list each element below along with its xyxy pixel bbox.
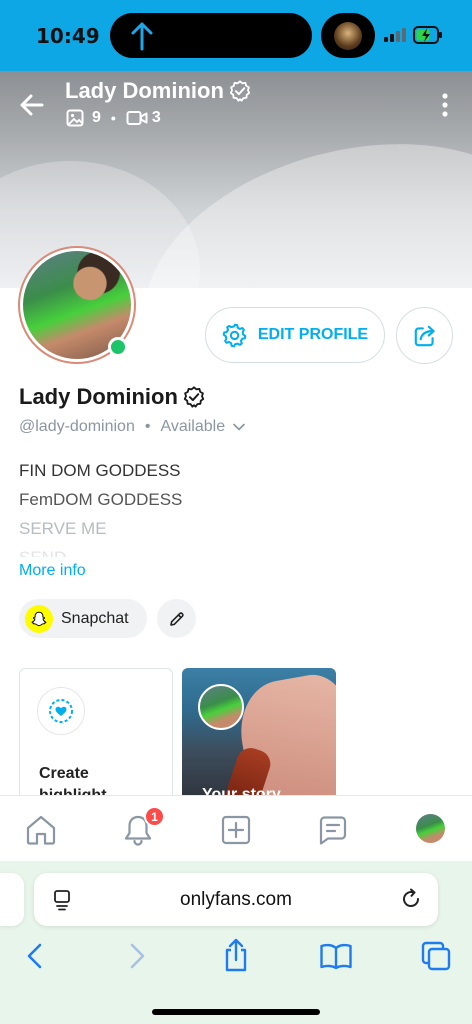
tabs-icon[interactable]	[420, 940, 452, 972]
nav-new-post[interactable]	[218, 812, 254, 848]
home-icon	[26, 815, 56, 845]
chevron-down-icon[interactable]	[233, 423, 245, 431]
edit-profile-label: EDIT PROFILE	[257, 326, 369, 343]
safari-back-icon[interactable]	[24, 941, 46, 971]
heart-icon	[49, 699, 73, 723]
live-activity-thumbnail	[334, 22, 362, 50]
notifications-badge: 1	[144, 806, 165, 827]
snapchat-icon	[25, 604, 53, 633]
profile-handle: @lady-dominion	[19, 418, 135, 435]
bookmarks-icon[interactable]	[319, 942, 353, 970]
snapchat-label: Snapchat	[61, 609, 129, 627]
photos-count: 9	[92, 109, 101, 126]
video-icon	[126, 111, 148, 125]
your-story-card[interactable]: Your story	[182, 668, 336, 808]
nav-messages[interactable]	[315, 812, 351, 848]
profile-name-text: Lady Dominion	[19, 384, 178, 409]
dynamic-island	[110, 13, 312, 58]
status-bar: 10:49	[0, 0, 472, 71]
share-icon	[414, 325, 435, 346]
plus-square-icon	[221, 815, 251, 845]
bio-line: FIN DOM GODDESS	[19, 461, 181, 480]
browser-toolbar: onlyfans.com	[0, 861, 472, 1024]
app-bottom-nav: 1	[0, 795, 472, 861]
more-vertical-icon[interactable]	[440, 92, 450, 118]
profile-subline: @lady-dominion • Available	[19, 418, 245, 436]
verified-icon	[183, 386, 205, 408]
highlight-icon-wrap	[37, 687, 85, 735]
online-indicator	[108, 337, 128, 357]
edit-profile-button[interactable]: EDIT PROFILE	[205, 307, 385, 363]
gear-icon	[222, 323, 247, 348]
reload-icon[interactable]	[399, 887, 423, 911]
pencil-icon	[169, 611, 184, 626]
status-time: 10:49	[36, 24, 100, 48]
previous-tab-edge[interactable]	[0, 873, 24, 926]
snapchat-chip[interactable]: Snapchat	[19, 599, 147, 638]
header-name-text: Lady Dominion	[65, 78, 224, 103]
image-icon	[66, 109, 84, 127]
nav-home[interactable]	[23, 812, 59, 848]
videos-count: 3	[151, 109, 161, 126]
safari-share-icon[interactable]	[222, 937, 250, 973]
address-bar[interactable]: onlyfans.com	[34, 873, 438, 926]
home-indicator	[152, 1009, 320, 1015]
profile-bio: FIN DOM GODDESS FemDOM GODDESS SERVE ME …	[19, 456, 182, 557]
nav-profile-avatar[interactable]	[416, 814, 445, 843]
share-profile-button[interactable]	[396, 307, 453, 364]
verified-icon	[229, 80, 251, 102]
header-stats: 9 • 3	[66, 109, 161, 127]
url-text[interactable]: onlyfans.com	[34, 889, 438, 911]
safari-forward-icon	[130, 943, 145, 969]
message-icon	[319, 816, 347, 845]
create-highlight-card[interactable]: Create highlight	[19, 668, 173, 808]
live-activity	[321, 13, 375, 58]
upload-arrow-icon	[131, 22, 153, 51]
edit-socials-button[interactable]	[157, 599, 196, 638]
bio-line: FemDOM GODDESS	[19, 490, 183, 509]
header-title: Lady Dominion	[65, 78, 251, 104]
more-info-link[interactable]: More info	[19, 562, 86, 580]
profile-name: Lady Dominion	[19, 384, 205, 410]
signal-icon	[384, 28, 406, 42]
bio-line: SERVE ME	[19, 519, 107, 538]
availability-status[interactable]: Available	[160, 418, 225, 436]
bio-line: SEND	[19, 543, 182, 557]
battery-icon	[413, 26, 442, 44]
story-avatar	[198, 684, 244, 730]
back-arrow-icon[interactable]	[18, 92, 46, 118]
